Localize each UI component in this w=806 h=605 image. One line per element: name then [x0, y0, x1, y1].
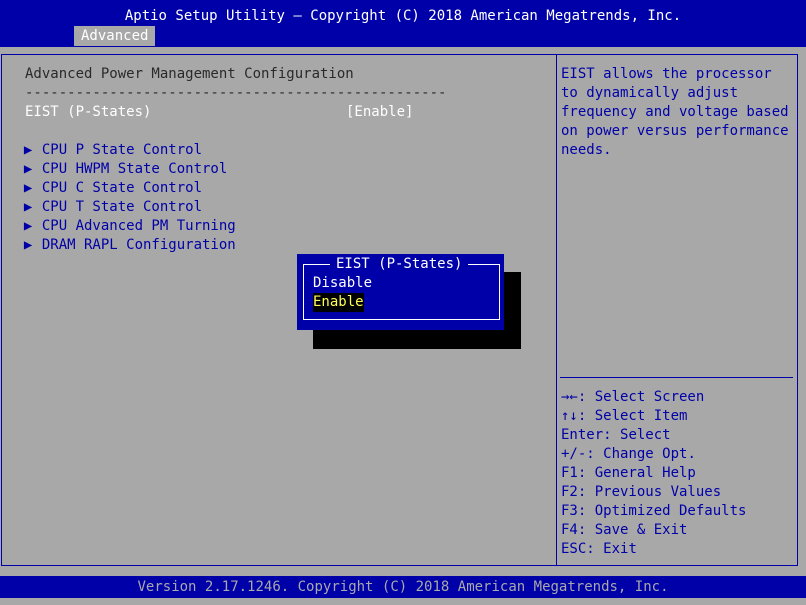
help-divider — [560, 377, 793, 378]
help-description-line: EIST allows the processor — [561, 66, 772, 82]
help-description-line: on power versus performance — [561, 123, 789, 139]
utility-title: Aptio Setup Utility – Copyright (C) 2018… — [124, 8, 682, 24]
option-disable[interactable]: Disable — [313, 274, 372, 293]
key-hint-change-opt: +/-: Change Opt. — [561, 446, 696, 462]
popup-title: EIST (P-States) — [330, 255, 469, 274]
key-hint-f3: F3: Optimized Defaults — [561, 503, 747, 519]
key-hint-f1: F1: General Help — [561, 465, 696, 481]
menu-item-dram-rapl[interactable]: ▶ DRAM RAPL Configuration — [7, 217, 236, 255]
submenu-arrow-icon: ▶ — [23, 237, 33, 253]
key-hint-f2: F2: Previous Values — [561, 484, 722, 500]
help-description-line: to dynamically adjust — [561, 85, 739, 101]
key-hint-esc: ESC: Exit — [561, 541, 637, 557]
menu-item-label: DRAM RAPL Configuration — [41, 237, 236, 253]
tab-advanced[interactable]: Advanced — [74, 26, 156, 46]
title-divider: ----------------------------------------… — [25, 85, 447, 101]
help-description-line: needs. — [561, 142, 612, 158]
key-hint-f4: F4: Save & Exit — [561, 522, 688, 538]
option-enable[interactable]: Enable — [313, 293, 364, 312]
version-text: Version 2.17.1246. Copyright (C) 2018 Am… — [137, 579, 669, 595]
key-hint-select-item: ↑↓: Select Item — [561, 408, 688, 424]
eist-setting-value[interactable]: [Enable] — [346, 103, 413, 122]
footer-bar: Version 2.17.1246. Copyright (C) 2018 Am… — [0, 576, 806, 598]
help-description-line: frequency and voltage based — [561, 104, 789, 120]
eist-setting-label[interactable]: EIST (P-States) — [25, 103, 151, 122]
arrows-left-right-icon: →← — [561, 389, 578, 405]
title-bar: Aptio Setup Utility – Copyright (C) 2018… — [0, 0, 806, 47]
arrows-up-down-icon: ↑↓ — [561, 408, 578, 424]
key-hint-enter: Enter: Select — [561, 427, 671, 443]
key-hint-select-screen: →←: Select Screen — [561, 389, 705, 405]
page-title: Advanced Power Management Configuration — [25, 66, 354, 82]
